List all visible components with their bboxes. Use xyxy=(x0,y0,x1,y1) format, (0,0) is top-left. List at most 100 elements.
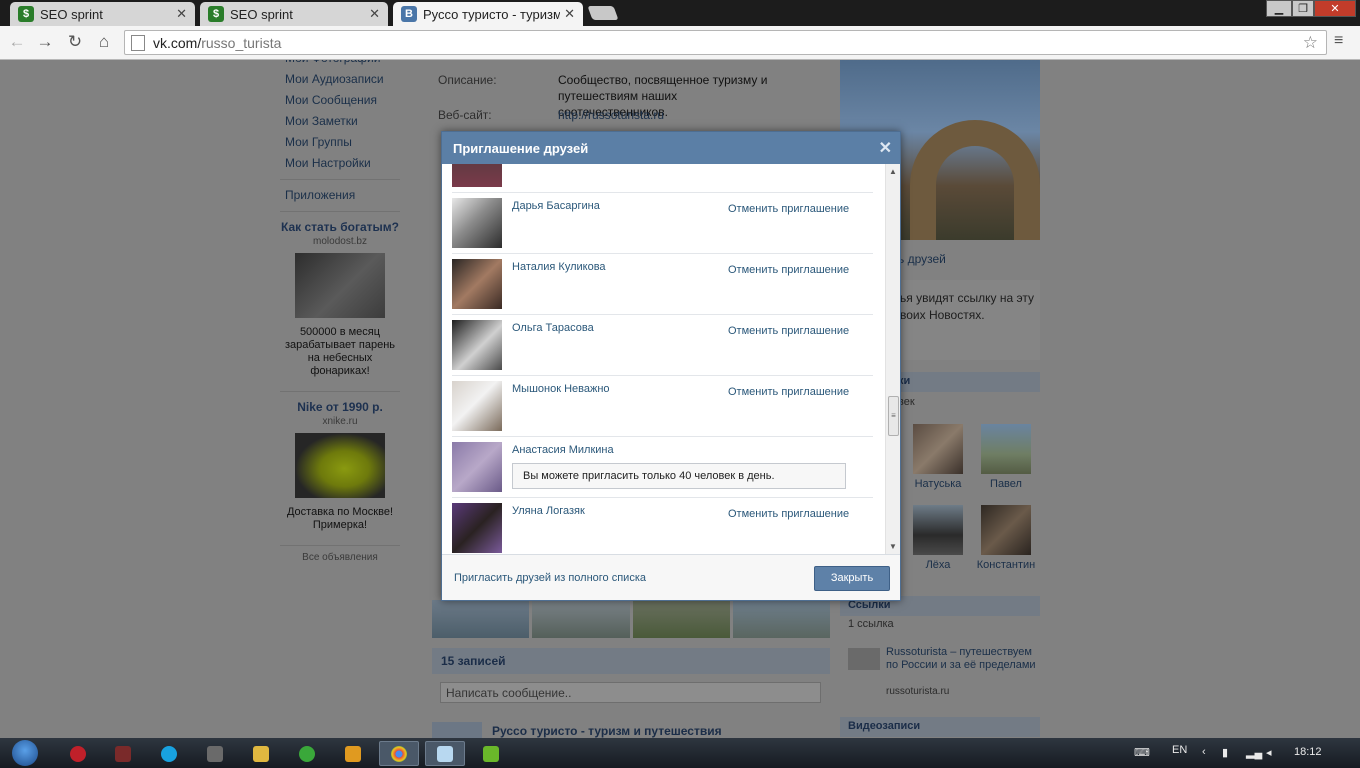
taskbar-app-chrome[interactable] xyxy=(379,741,419,766)
ad-title[interactable]: Как стать богатым? xyxy=(280,221,400,234)
close-tab-icon[interactable]: ✕ xyxy=(564,6,575,22)
photo-thumb[interactable] xyxy=(532,600,630,638)
avatar[interactable] xyxy=(913,424,963,474)
new-tab-button[interactable] xyxy=(587,6,619,20)
nav-item-notes[interactable]: Мои Заметки xyxy=(280,111,400,132)
member-name[interactable]: Натуська xyxy=(915,478,962,490)
taskbar-app-poker[interactable] xyxy=(58,741,98,766)
taskbar-app-skype[interactable] xyxy=(149,741,189,766)
member-item[interactable]: Лёха xyxy=(908,505,968,571)
ad-text[interactable]: 500000 в месяц зарабатывает парень на не… xyxy=(280,326,400,378)
nav-item-audio[interactable]: Мои Аудиозаписи xyxy=(280,69,400,90)
wall-header[interactable]: 15 записей xyxy=(432,648,830,674)
ad-block[interactable]: Как стать богатым? molodost.bz 500000 в … xyxy=(280,217,400,386)
ad-text[interactable]: Доставка по Москве! Примерка! xyxy=(280,506,400,532)
clock[interactable]: 18:12 xyxy=(1294,746,1322,758)
avatar[interactable] xyxy=(452,259,502,309)
taskbar-app-game[interactable] xyxy=(195,741,235,766)
wall-post-input[interactable]: Написать сообщение.. xyxy=(440,682,821,703)
network-icon[interactable]: ▂▄ xyxy=(1246,746,1262,759)
avatar[interactable] xyxy=(981,505,1031,555)
close-tab-icon[interactable]: ✕ xyxy=(176,6,187,22)
friend-name[interactable]: Дарья Басаргина xyxy=(512,200,600,212)
browser-tab[interactable]: $ SEO sprint ✕ xyxy=(200,2,388,26)
avatar[interactable] xyxy=(432,722,482,738)
post-author[interactable]: Руссо туристо - туризм и путешествия xyxy=(492,724,722,738)
avatar[interactable] xyxy=(452,442,502,492)
cancel-invite-link[interactable]: Отменить приглашение xyxy=(728,386,849,398)
nav-item-settings[interactable]: Мои Настройки xyxy=(280,153,400,174)
videos-header[interactable]: Видеозаписи xyxy=(840,717,1040,737)
browser-menu-icon[interactable]: ≡ xyxy=(1334,32,1350,50)
taskbar-app-utorrent[interactable] xyxy=(287,741,327,766)
friend-name[interactable]: Уляна Логазяк xyxy=(512,505,585,517)
cancel-invite-link[interactable]: Отменить приглашение xyxy=(728,264,849,276)
avatar[interactable] xyxy=(452,503,502,553)
avatar[interactable] xyxy=(452,198,502,248)
close-button[interactable]: Закрыть xyxy=(814,566,890,591)
close-tab-icon[interactable]: ✕ xyxy=(369,6,380,22)
taskbar-app-media[interactable] xyxy=(103,741,143,766)
avatar[interactable] xyxy=(452,320,502,370)
taskbar-app-player[interactable] xyxy=(333,741,373,766)
bookmark-star-icon[interactable]: ☆ xyxy=(1303,33,1318,53)
friend-name[interactable]: Мышонок Неважно xyxy=(512,383,610,395)
address-bar[interactable]: vk.com/russo_turista ☆ xyxy=(124,30,1327,55)
reload-icon[interactable]: ↻ xyxy=(64,31,86,53)
member-name[interactable]: Павел xyxy=(990,478,1022,490)
ad-image[interactable] xyxy=(295,433,385,498)
photo-thumb[interactable] xyxy=(632,600,730,638)
cancel-invite-link[interactable]: Отменить приглашение xyxy=(728,508,849,520)
ad-image[interactable] xyxy=(295,253,385,318)
link-title[interactable]: Russoturista – путешествуем по России и … xyxy=(886,646,1036,672)
nav-item-photos[interactable]: Мои Фотографии xyxy=(280,60,400,69)
close-icon[interactable]: ✕ xyxy=(879,138,892,158)
nav-item-messages[interactable]: Мои Сообщения xyxy=(280,90,400,111)
restore-icon[interactable]: ❐ xyxy=(1292,0,1314,17)
link-thumb[interactable] xyxy=(848,648,880,670)
member-name[interactable]: Константин xyxy=(977,559,1035,571)
member-name[interactable]: Лёха xyxy=(926,559,951,571)
taskbar-app-download[interactable] xyxy=(471,741,511,766)
invite-friends-link[interactable]: ь друзей xyxy=(898,251,946,268)
volume-icon[interactable]: ◂ xyxy=(1266,746,1272,759)
member-item[interactable]: Павел xyxy=(976,424,1036,490)
start-button[interactable] xyxy=(4,738,46,768)
window-close-icon[interactable]: ✕ xyxy=(1314,0,1356,17)
member-item[interactable]: Натуська xyxy=(908,424,968,490)
photo-thumb[interactable] xyxy=(732,600,830,638)
minimize-icon[interactable]: ▁ xyxy=(1266,0,1292,17)
cancel-invite-link[interactable]: Отменить приглашение xyxy=(728,203,849,215)
scroll-up-icon[interactable]: ▲ xyxy=(889,167,897,176)
language-indicator[interactable]: EN xyxy=(1172,744,1187,756)
list-scrollbar[interactable]: ▲ ≡ ▼ xyxy=(885,164,900,554)
all-ads-link[interactable]: Все объявления xyxy=(280,552,400,563)
browser-tab-active[interactable]: B Руссо туристо - туризм и ✕ xyxy=(393,2,583,26)
nav-item-apps[interactable]: Приложения xyxy=(280,185,400,206)
cancel-invite-link[interactable]: Отменить приглашение xyxy=(728,325,849,337)
avatar[interactable] xyxy=(913,505,963,555)
avatar[interactable] xyxy=(981,424,1031,474)
scroll-thumb[interactable]: ≡ xyxy=(888,396,899,436)
ad-title[interactable]: Nike от 1990 р. xyxy=(280,401,400,414)
taskbar-app-explorer[interactable] xyxy=(241,741,281,766)
taskbar-app-notepad[interactable] xyxy=(425,741,465,766)
power-icon[interactable]: ▮ xyxy=(1222,746,1228,759)
keyboard-icon[interactable]: ⌨ xyxy=(1134,746,1150,759)
browser-tab[interactable]: $ SEO sprint ✕ xyxy=(10,2,195,26)
invite-from-full-list-link[interactable]: Пригласить друзей из полного списка xyxy=(454,572,646,584)
forward-icon[interactable]: → xyxy=(34,31,56,53)
ad-block[interactable]: Nike от 1990 р. xnike.ru Доставка по Мос… xyxy=(280,397,400,540)
avatar[interactable] xyxy=(452,381,502,431)
back-icon[interactable]: ← xyxy=(6,31,28,53)
home-icon[interactable]: ⌂ xyxy=(93,31,115,53)
scroll-down-icon[interactable]: ▼ xyxy=(889,542,897,551)
photo-thumb[interactable] xyxy=(432,600,530,638)
friend-name[interactable]: Ольга Тарасова xyxy=(512,322,594,334)
friend-name[interactable]: Анастасия Милкина xyxy=(512,444,614,456)
nav-item-groups[interactable]: Мои Группы xyxy=(280,132,400,153)
member-item[interactable]: Константин xyxy=(976,505,1036,571)
friend-name[interactable]: Наталия Куликова xyxy=(512,261,606,273)
avatar[interactable] xyxy=(452,164,502,187)
tray-expand-icon[interactable]: ‹ xyxy=(1202,746,1206,758)
